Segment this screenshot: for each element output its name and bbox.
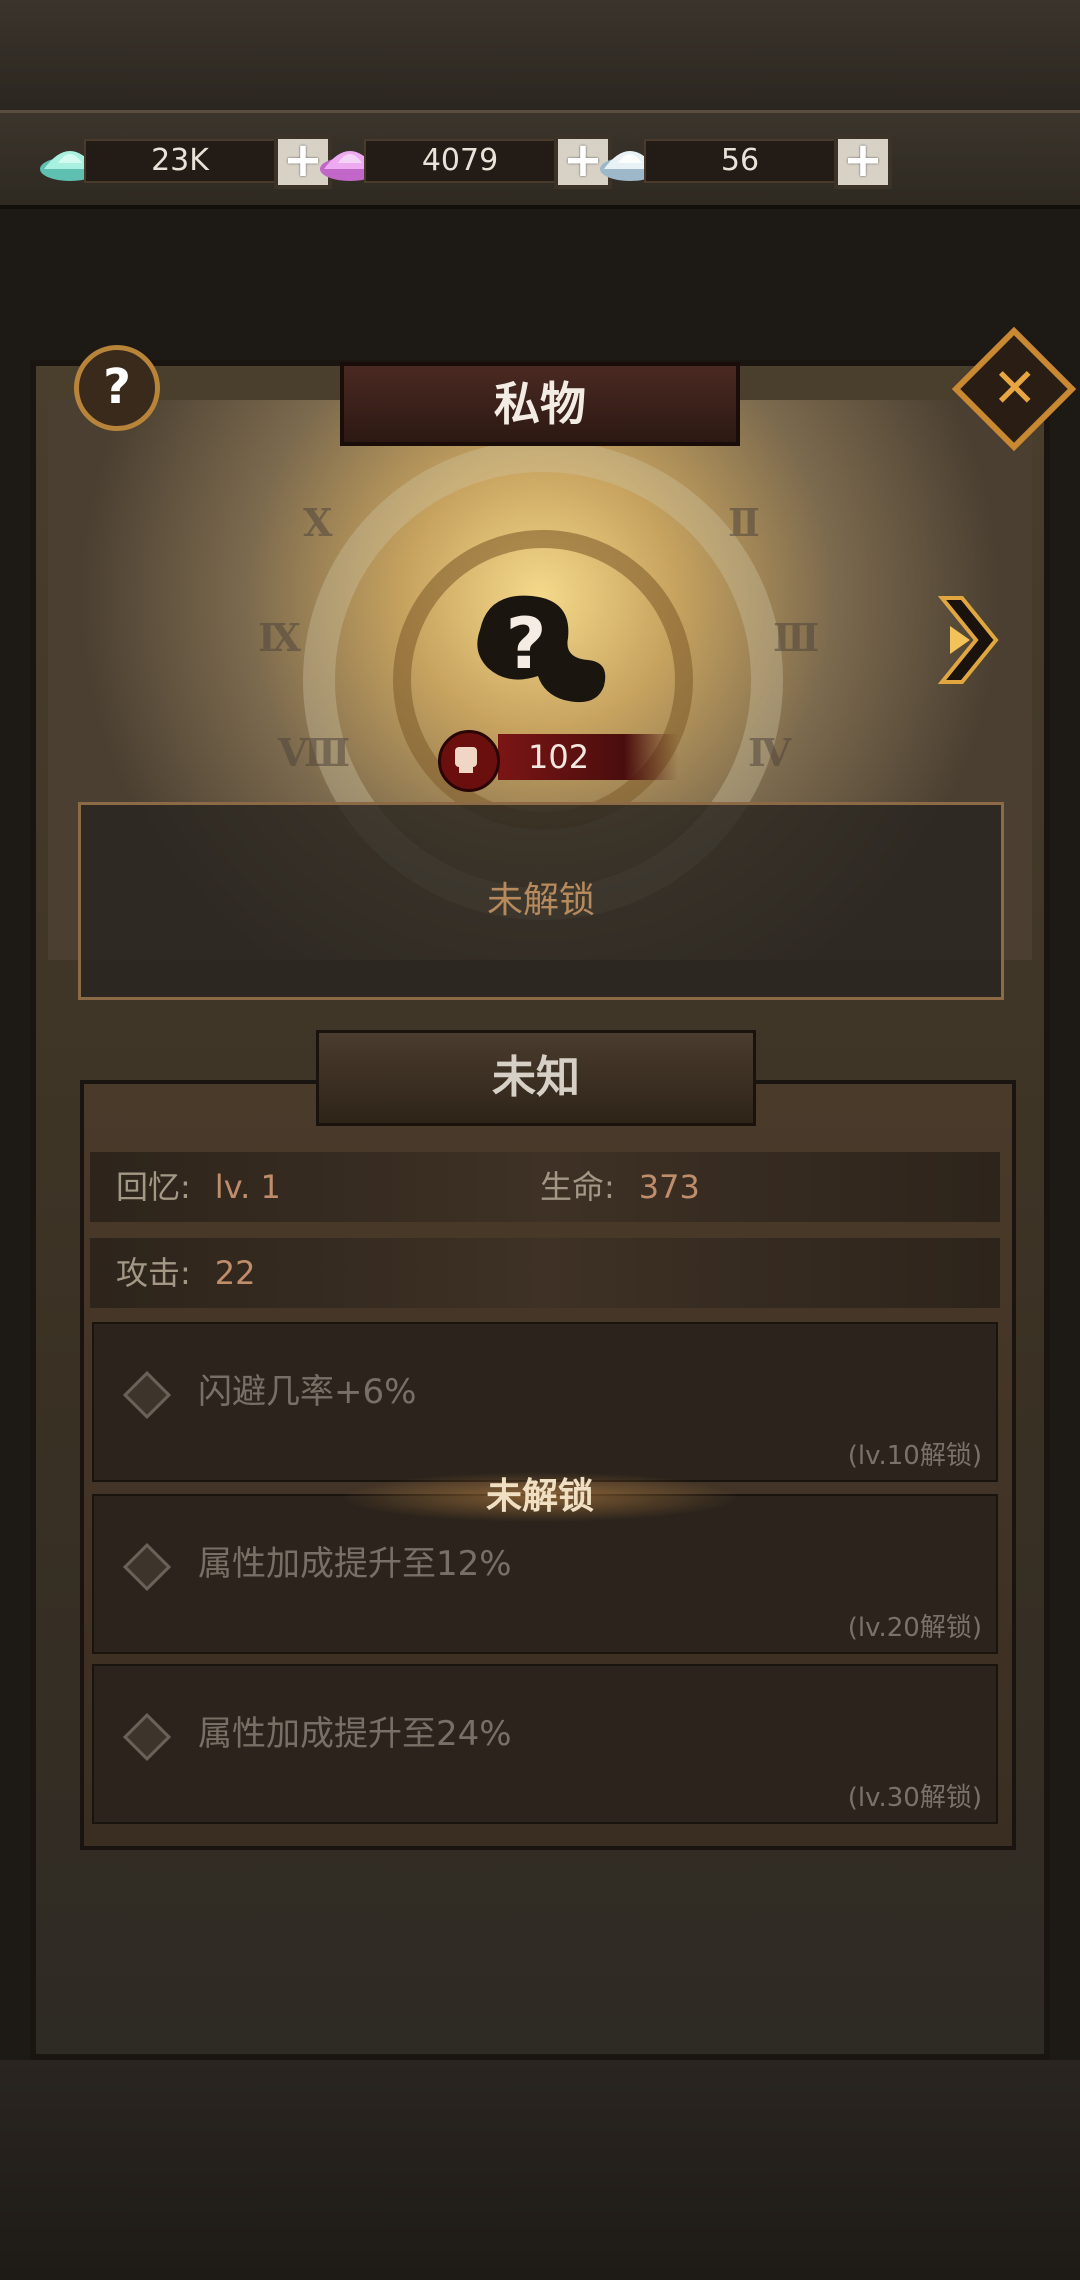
stat-value: lv. 1 (214, 1168, 281, 1206)
stat-row: 回忆: lv. 1 生命: 373 (90, 1152, 1000, 1222)
unknown-item-icon: ? (477, 595, 606, 703)
skill-text: 闪避几率+6% (198, 1372, 417, 1412)
attack-stat: 攻击: 22 (116, 1238, 256, 1308)
skill-text: 属性加成提升至24% (198, 1714, 512, 1754)
roman-numeral-decoration: Ⅸ (258, 615, 301, 660)
next-item-arrow-icon[interactable] (936, 590, 1006, 690)
power-value: 102 (498, 734, 678, 780)
top-background (0, 0, 1080, 110)
skill-text: 属性加成提升至12% (198, 1544, 512, 1584)
close-icon: ✕ (992, 356, 1038, 420)
diamond-icon (122, 1542, 172, 1592)
skill-item: 闪避几率+6% (lv.10解锁) (92, 1322, 998, 1482)
stat-label: 攻击: (116, 1254, 191, 1292)
bottom-background (0, 2060, 1080, 2280)
resource-bar: 23K + 4079 + 56 + (0, 110, 1080, 209)
roman-numeral-decoration: Ⅱ (728, 500, 761, 545)
roman-numeral-decoration: Ⅳ (748, 730, 792, 775)
skill-requirement: (lv.20解锁) (847, 1613, 982, 1643)
roman-numeral-decoration: Ⅲ (773, 615, 820, 660)
diamond-icon (122, 1712, 172, 1762)
help-button[interactable]: ? (74, 345, 160, 431)
hp-stat: 生命: 373 (540, 1152, 700, 1222)
roman-numeral-decoration: Ⅹ (303, 500, 333, 545)
roman-numeral-decoration: Ⅷ (278, 730, 351, 775)
stat-row: 攻击: 22 (90, 1238, 1000, 1308)
locked-section-label: 未解锁 (340, 1472, 740, 1522)
unlock-status-box: 未解锁 (78, 802, 1004, 1000)
memory-stat: 回忆: lv. 1 (116, 1152, 281, 1222)
skill-requirement: (lv.30解锁) (847, 1783, 982, 1813)
skill-item: 属性加成提升至24% (lv.30解锁) (92, 1664, 998, 1824)
stat-label: 回忆: (116, 1168, 191, 1206)
fist-icon (438, 730, 500, 792)
page-title: 私物 (340, 362, 740, 446)
stat-value: 22 (214, 1254, 256, 1292)
add-currency-button[interactable]: + (834, 135, 892, 189)
currency-value: 4079 (364, 139, 556, 183)
stat-label: 生命: (540, 1168, 615, 1206)
power-indicator: 102 (438, 730, 688, 792)
svg-text:?: ? (506, 603, 547, 685)
currency-value: 56 (644, 139, 836, 183)
item-name: 未知 (316, 1030, 756, 1126)
question-icon: ? (103, 359, 131, 415)
diamond-icon (122, 1370, 172, 1420)
stat-value: 373 (638, 1168, 700, 1206)
currency-value: 23K (84, 139, 276, 183)
skill-requirement: (lv.10解锁) (847, 1441, 982, 1471)
